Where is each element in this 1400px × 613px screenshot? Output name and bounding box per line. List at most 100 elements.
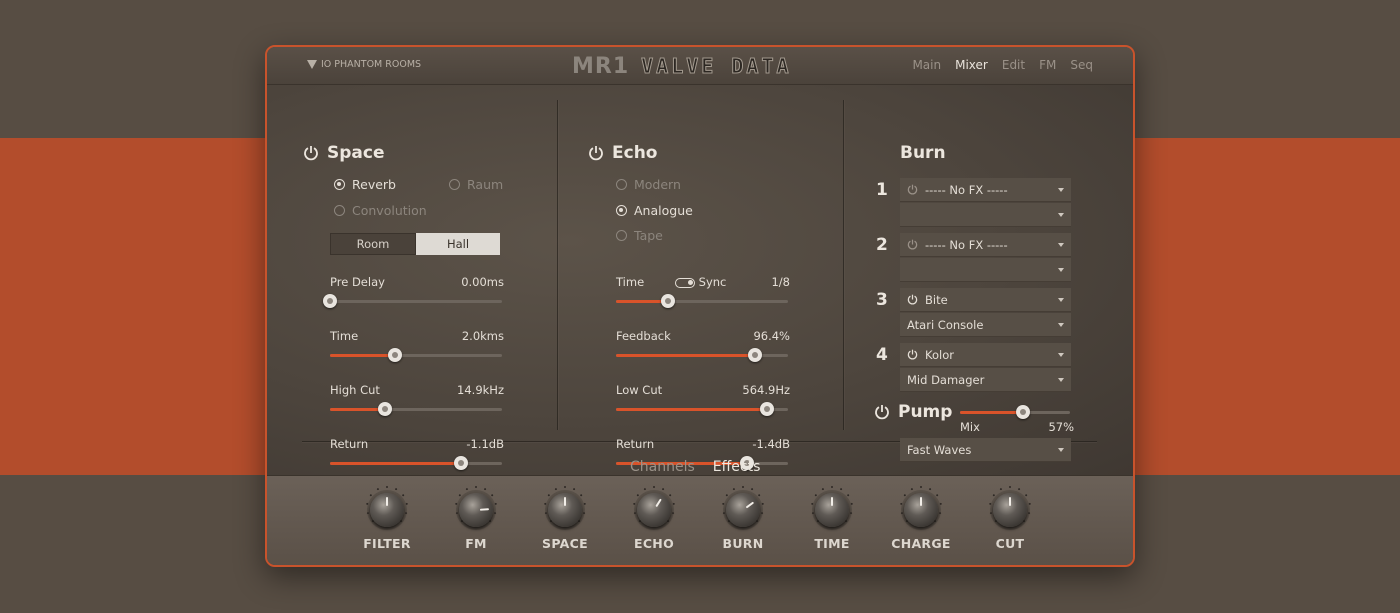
sync-toggle[interactable]: Sync <box>675 275 726 289</box>
slider-track[interactable] <box>616 348 788 362</box>
param-label: Feedback <box>616 329 671 343</box>
room-hall-switch: Room Hall <box>330 233 500 255</box>
knob-dial[interactable] <box>548 493 582 527</box>
nav-mixer[interactable]: Mixer <box>955 58 988 72</box>
radio-raum[interactable]: Raum <box>449 177 503 192</box>
power-icon[interactable] <box>588 145 604 161</box>
divider <box>557 100 558 430</box>
knob-dial[interactable] <box>993 493 1027 527</box>
burn-slot-1-preset[interactable] <box>900 203 1071 227</box>
knob-scale-dot <box>583 512 586 515</box>
toggle-switch[interactable] <box>675 277 695 288</box>
power-icon[interactable] <box>907 349 918 360</box>
radio-dot <box>334 179 345 190</box>
slider-track[interactable] <box>330 456 502 470</box>
slider-track[interactable] <box>616 294 788 308</box>
knob-scale-dot <box>934 520 937 523</box>
room-button[interactable]: Room <box>330 233 416 255</box>
slider-handle[interactable] <box>748 348 763 362</box>
knob-scale-dot <box>544 502 547 505</box>
slider-handle[interactable] <box>660 294 675 308</box>
knob-scale-dot <box>840 488 843 491</box>
knob-scale-dot <box>900 502 903 505</box>
knob-indicator <box>564 497 566 506</box>
slider-handle[interactable] <box>378 402 393 416</box>
slider-track[interactable] <box>330 348 502 362</box>
knob-dial[interactable] <box>726 493 760 527</box>
radio-analogue[interactable]: Analogue <box>616 203 693 218</box>
burn-slot-number: 4 <box>876 345 888 365</box>
burn-slot-1-fx[interactable]: ----- No FX ----- <box>900 178 1071 202</box>
nav-main[interactable]: Main <box>912 58 941 72</box>
slider-track[interactable] <box>616 402 788 416</box>
slider-track[interactable] <box>960 405 1070 419</box>
knob-echo[interactable]: ECHO <box>619 486 689 551</box>
knob-dial[interactable] <box>904 493 938 527</box>
burn-slot-2-preset[interactable] <box>900 258 1071 282</box>
burn-slot-2-fx[interactable]: ----- No FX ----- <box>900 233 1071 257</box>
burn-slot-3-fx[interactable]: Bite <box>900 288 1071 312</box>
pump-title: Pump <box>898 402 953 422</box>
slider-handle[interactable] <box>388 348 403 362</box>
knob-scale-dot <box>821 488 824 491</box>
slider-handle[interactable] <box>1015 405 1030 419</box>
power-icon[interactable] <box>907 184 918 195</box>
radio-convolution[interactable]: Convolution <box>334 203 427 218</box>
knob-time[interactable]: TIME <box>797 486 867 551</box>
burn-slot-4-preset[interactable]: Mid Damager <box>900 368 1071 392</box>
space-time: Time 2.0kms <box>330 329 504 362</box>
knob-filter[interactable]: FILTER <box>352 486 422 551</box>
knob-scale-dot <box>578 520 581 523</box>
knob-indicator <box>831 497 833 506</box>
knob-scale-dot <box>465 488 468 491</box>
knob-scale-dot <box>633 512 636 515</box>
knob-scale-dot <box>850 512 853 515</box>
radio-dot <box>616 205 627 216</box>
slider-handle[interactable] <box>453 456 468 470</box>
tab-effects[interactable]: Effects <box>713 459 761 475</box>
knob-scale-dot <box>386 486 388 488</box>
hall-button[interactable]: Hall <box>416 233 500 255</box>
slider-track[interactable] <box>330 402 502 416</box>
knob-scale-dot <box>847 494 850 497</box>
power-icon[interactable] <box>907 239 918 250</box>
chevron-down-icon <box>1058 322 1064 327</box>
knob-scale-dot <box>484 488 487 491</box>
mix-label: Mix <box>960 420 980 434</box>
radio-label: Reverb <box>352 177 396 192</box>
knob-scale-dot <box>722 512 725 515</box>
power-icon[interactable] <box>303 145 319 161</box>
knob-dial[interactable] <box>637 493 671 527</box>
knob-dial[interactable] <box>459 493 493 527</box>
echo-feedback: Feedback 96.4% <box>616 329 790 362</box>
radio-reverb[interactable]: Reverb <box>334 177 396 192</box>
knob-cut[interactable]: CUT <box>975 486 1045 551</box>
radio-tape[interactable]: Tape <box>616 228 663 243</box>
power-icon[interactable] <box>907 294 918 305</box>
dropdown-value: Kolor <box>925 347 954 362</box>
knob-scale-dot <box>405 512 408 515</box>
radio-label: Analogue <box>634 203 693 218</box>
burn-slot-4-fx[interactable]: Kolor <box>900 343 1071 367</box>
knob-space[interactable]: SPACE <box>530 486 600 551</box>
knob-charge[interactable]: CHARGE <box>886 486 956 551</box>
nav-seq[interactable]: Seq <box>1070 58 1093 72</box>
pump-preset-dropdown[interactable]: Fast Waves <box>900 438 1071 462</box>
knob-scale-dot <box>811 502 814 505</box>
knob-scale-dot <box>929 488 932 491</box>
space-pre-delay: Pre Delay 0.00ms <box>323 275 504 308</box>
nav-edit[interactable]: Edit <box>1002 58 1025 72</box>
slider-handle[interactable] <box>760 402 775 416</box>
burn-slot-3-preset[interactable]: Atari Console <box>900 313 1071 337</box>
slider-fill <box>616 408 768 411</box>
nav-fm[interactable]: FM <box>1039 58 1056 72</box>
knob-burn[interactable]: BURN <box>708 486 778 551</box>
power-icon[interactable] <box>874 404 890 420</box>
slider-handle[interactable] <box>323 294 337 308</box>
tab-channels[interactable]: Channels <box>630 459 695 475</box>
radio-modern[interactable]: Modern <box>616 177 681 192</box>
slider-track[interactable] <box>323 294 502 308</box>
knob-fm[interactable]: FM <box>441 486 511 551</box>
knob-dial[interactable] <box>815 493 849 527</box>
knob-dial[interactable] <box>370 493 404 527</box>
